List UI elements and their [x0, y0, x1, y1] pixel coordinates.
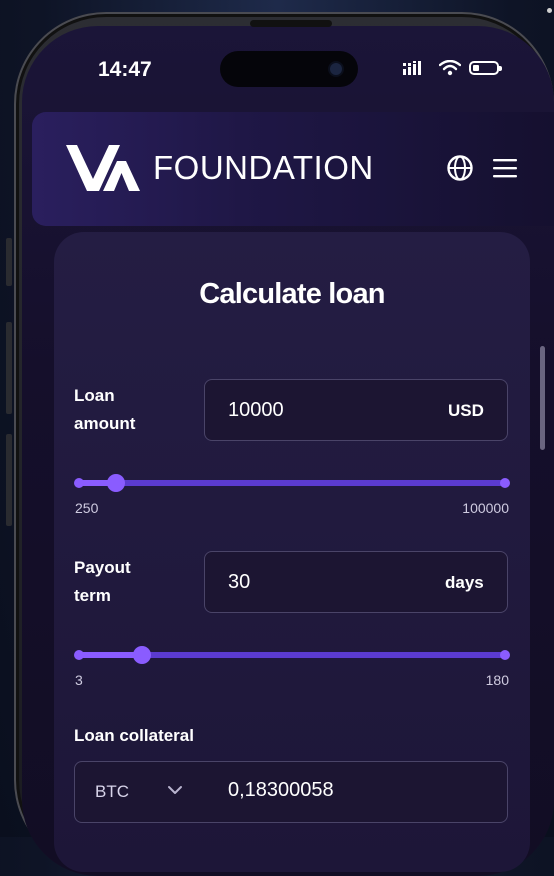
loan-amount-label-line2: amount — [74, 414, 136, 433]
calculator-title: Calculate loan — [199, 278, 385, 310]
loan-amount-max-label: 100000 — [462, 500, 509, 516]
loan-amount-label: Loan amount — [74, 382, 135, 438]
payout-term-min-label: 3 — [75, 672, 83, 688]
loan-amount-unit: USD — [448, 401, 484, 420]
status-time: 14:47 — [98, 58, 152, 81]
va-logo-icon[interactable] — [66, 145, 140, 191]
status-icons — [403, 60, 502, 76]
payout-term-slider[interactable] — [74, 646, 510, 664]
loan-collateral-label: Loan collateral — [74, 726, 194, 745]
wifi-icon — [439, 60, 461, 76]
chevron-down-icon[interactable] — [166, 783, 184, 797]
cellular-signal-icon — [403, 61, 421, 75]
payout-term-label-line2: term — [74, 586, 111, 605]
scrollbar[interactable] — [540, 346, 545, 450]
frame-speck — [547, 8, 552, 13]
hamburger-menu-icon[interactable] — [493, 157, 517, 179]
front-camera-icon — [330, 63, 342, 75]
loan-amount-label-line1: Loan — [74, 386, 115, 405]
loan-amount-slider-thumb[interactable] — [106, 474, 125, 492]
collateral-currency-select[interactable]: BTC — [95, 782, 129, 802]
payout-term-label-line1: Payout — [74, 558, 131, 577]
earpiece-speaker — [250, 20, 332, 27]
side-button-volume-up — [6, 322, 12, 414]
loan-amount-slider-end — [500, 478, 510, 488]
payout-term-max-label: 180 — [485, 672, 509, 688]
payout-term-value[interactable]: 30 — [228, 571, 250, 594]
side-button-silent — [6, 238, 12, 286]
loan-amount-slider[interactable] — [74, 474, 510, 492]
battery-icon — [469, 61, 502, 75]
brand-name[interactable]: FOUNDATION — [153, 149, 374, 187]
loan-amount-slider-start — [74, 478, 84, 488]
globe-icon[interactable] — [446, 154, 474, 182]
payout-term-slider-thumb[interactable] — [132, 646, 151, 664]
payout-term-slider-fill — [77, 652, 142, 658]
payout-term-slider-end — [500, 650, 510, 660]
payout-term-unit: days — [445, 573, 484, 592]
side-button-volume-down — [6, 434, 12, 526]
collateral-amount-value[interactable]: 0,18300058 — [228, 779, 334, 802]
loan-amount-value[interactable]: 10000 — [228, 399, 284, 422]
loan-amount-min-label: 250 — [75, 500, 99, 516]
payout-term-label: Payout term — [74, 554, 131, 610]
payout-term-slider-start — [74, 650, 84, 660]
